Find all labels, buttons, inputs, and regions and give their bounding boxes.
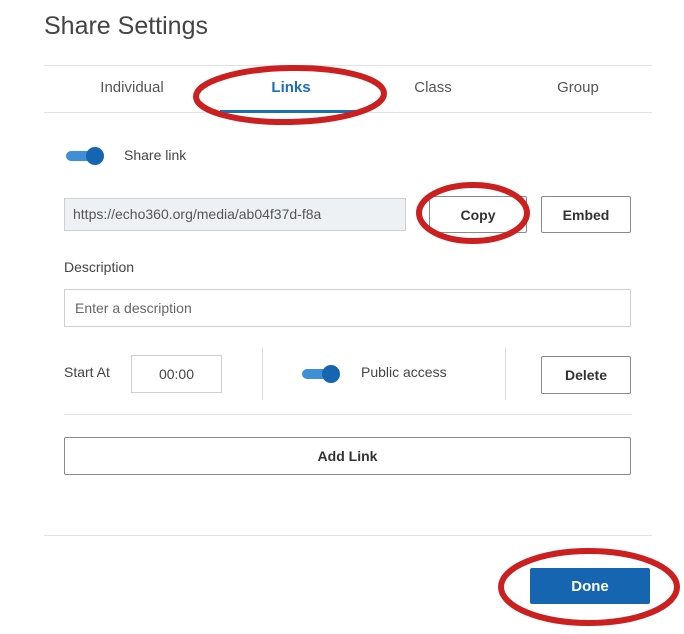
share-settings-title: Share Settings — [44, 12, 208, 40]
embed-button[interactable]: Embed — [541, 196, 631, 233]
tab-links[interactable]: Links — [220, 66, 362, 113]
toggle-knob — [86, 147, 104, 165]
public-access-label: Public access — [361, 364, 447, 380]
share-link-label: Share link — [124, 147, 187, 163]
divider — [505, 348, 506, 400]
divider — [64, 414, 632, 415]
share-link-toggle[interactable] — [66, 146, 104, 166]
description-input[interactable] — [64, 289, 631, 327]
tab-class[interactable]: Class — [362, 66, 504, 112]
copy-button[interactable]: Copy — [429, 196, 527, 233]
start-at-label: Start At — [64, 364, 110, 380]
tab-links-label: Links — [271, 79, 311, 96]
toggle-knob — [322, 365, 340, 383]
tab-individual-label: Individual — [100, 79, 164, 96]
active-tab-underline — [220, 110, 362, 113]
add-link-button[interactable]: Add Link — [64, 437, 631, 475]
tab-group[interactable]: Group — [504, 66, 652, 112]
tab-individual[interactable]: Individual — [44, 66, 220, 112]
delete-button[interactable]: Delete — [541, 356, 631, 394]
footer-divider — [44, 535, 652, 536]
public-access-toggle[interactable] — [302, 364, 340, 384]
tab-bar: Individual Links Class Group — [44, 65, 652, 113]
description-label: Description — [64, 259, 135, 275]
divider — [262, 348, 263, 400]
tab-group-label: Group — [557, 79, 599, 96]
done-button[interactable]: Done — [530, 568, 650, 604]
share-url-field[interactable]: https://echo360.org/media/ab04f37d-f8a — [64, 198, 406, 231]
start-at-input[interactable] — [131, 355, 222, 393]
tab-class-label: Class — [414, 79, 452, 96]
